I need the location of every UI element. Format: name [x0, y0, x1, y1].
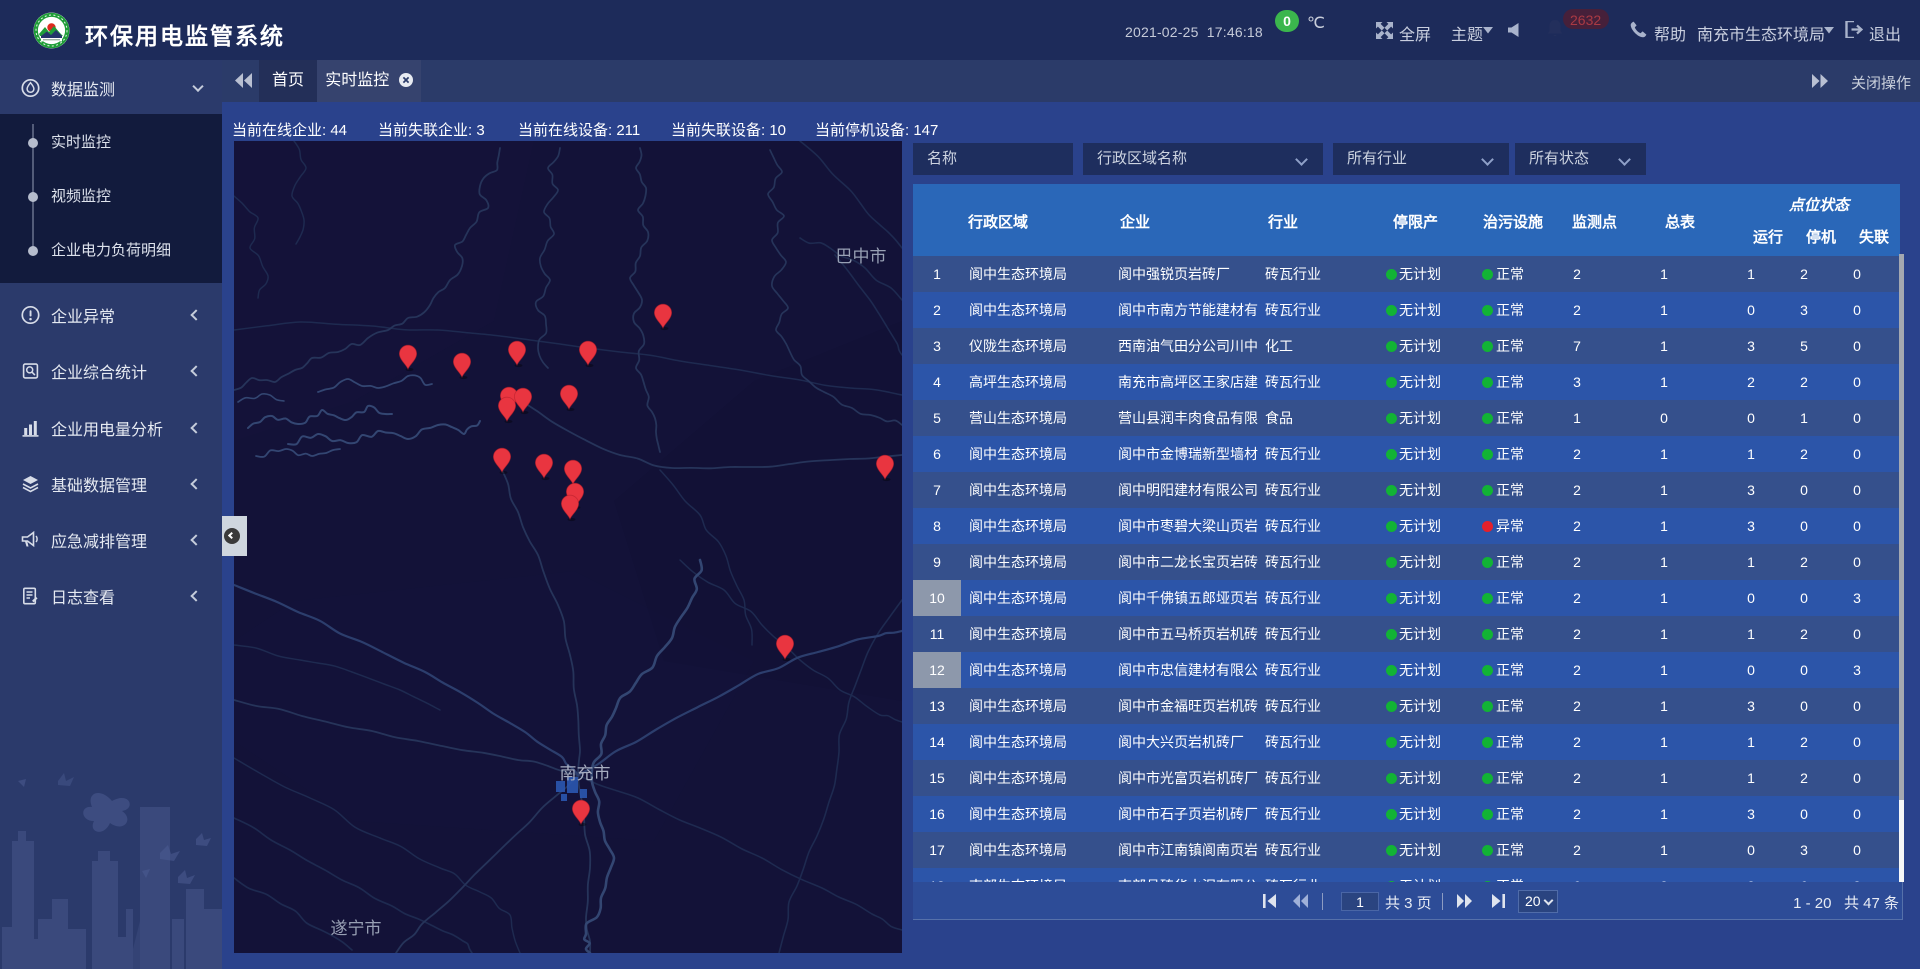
svg-text:南充市: 南充市: [560, 764, 611, 783]
svg-text:巴中市: 巴中市: [836, 247, 887, 266]
svg-text:遂宁市: 遂宁市: [331, 919, 382, 938]
